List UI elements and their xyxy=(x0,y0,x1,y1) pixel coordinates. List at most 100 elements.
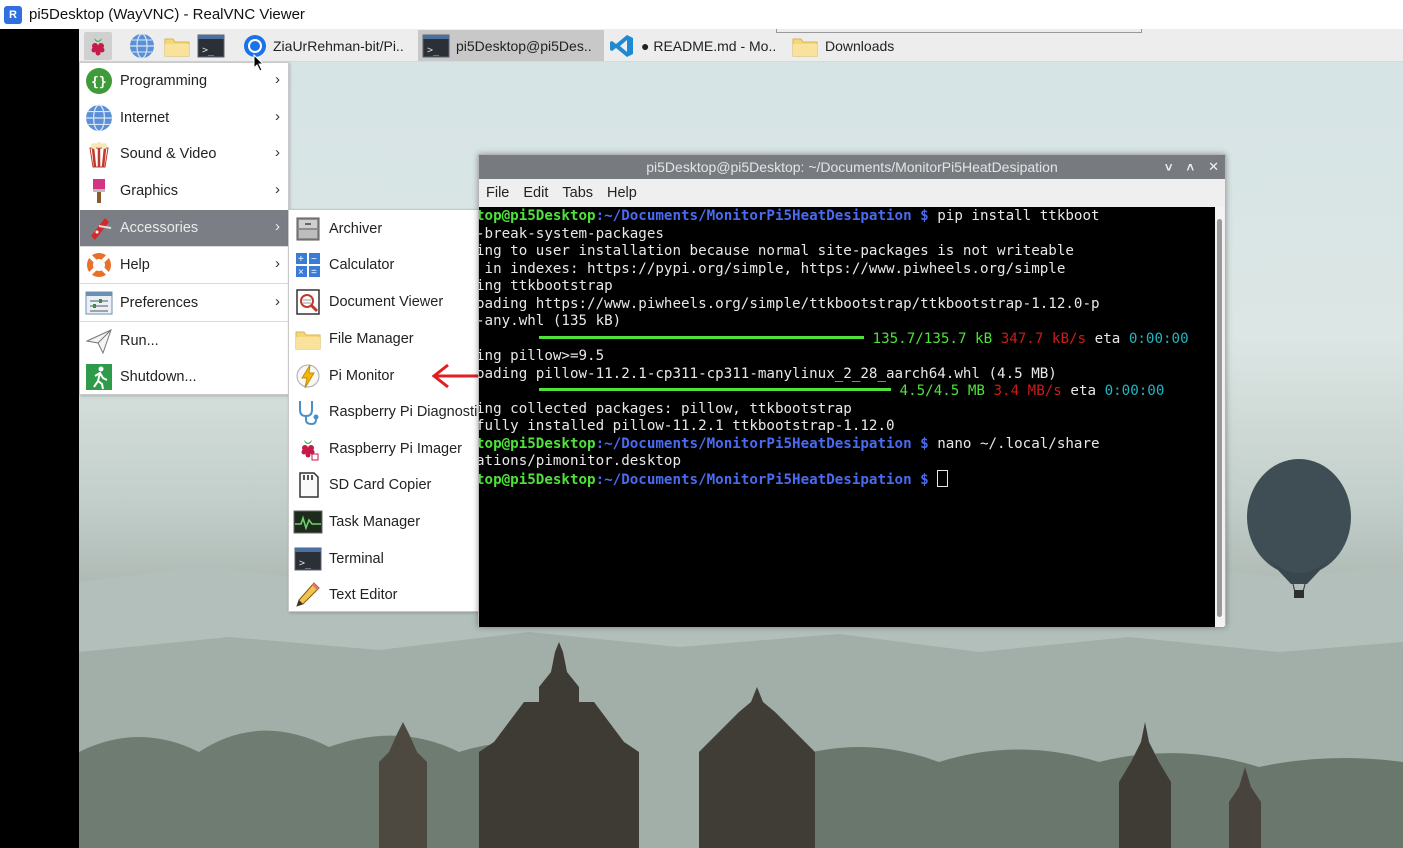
task-terminal[interactable]: >_ pi5Desktop@pi5Des.. xyxy=(418,30,604,61)
svg-text:−: − xyxy=(311,254,317,265)
menu-item-sound-video[interactable]: Sound & Video › xyxy=(80,136,288,172)
svg-text:>_: >_ xyxy=(299,558,312,569)
maximize-button[interactable]: ˄ xyxy=(1187,160,1195,175)
chevron-right-icon: › xyxy=(275,293,280,310)
document-viewer-icon xyxy=(293,287,323,317)
task-label: ● README.md - Mo.. xyxy=(641,37,777,54)
terminal-title-bar[interactable]: pi5Desktop@pi5Desktop: ~/Documents/Monit… xyxy=(479,155,1225,179)
window-controls: ˅ ˄ ✕ xyxy=(1165,155,1219,179)
terminal-cursor xyxy=(937,469,949,487)
preferences-icon xyxy=(84,288,114,318)
task-label: Downloads xyxy=(825,37,895,54)
menu-tabs[interactable]: Tabs xyxy=(555,185,600,201)
applications-menu: {} Programming › Internet › Sound & Vide… xyxy=(79,62,289,395)
realvnc-logo-icon: R xyxy=(4,5,22,24)
svg-text:>_: >_ xyxy=(202,45,215,56)
vnc-window-title: pi5Desktop (WayVNC) - RealVNC Viewer xyxy=(29,6,305,23)
terminal-line: -any.whl (135 kB) xyxy=(479,313,622,329)
terminal-line: ing pillow>=9.5 xyxy=(479,348,605,364)
terminal-menubar: File Edit Tabs Help xyxy=(479,179,1225,207)
vnc-title-bar: R pi5Desktop (WayVNC) - RealVNC Viewer xyxy=(0,0,1403,29)
terminal-line: in indexes: https://pypi.org/simple, htt… xyxy=(479,260,1066,277)
menu-file[interactable]: File xyxy=(479,185,516,201)
programming-icon: {} xyxy=(84,66,114,96)
pi-taskbar: >_ ZiaUrRehman-bit/Pi.. >_ pi5Desktop@pi… xyxy=(79,29,1403,62)
terminal-line: ations/pimonitor.desktop xyxy=(479,453,681,469)
pencil-icon xyxy=(293,580,323,610)
terminal-line: top@pi5Desktop:~/Documents/MonitorPi5Hea… xyxy=(479,435,1100,452)
terminal-line: ing to user installation because normal … xyxy=(479,243,1074,259)
terminal-window-title: pi5Desktop@pi5Desktop: ~/Documents/Monit… xyxy=(646,159,1058,175)
terminal-icon: >_ xyxy=(293,544,323,574)
web-browser-launcher[interactable] xyxy=(128,32,156,60)
menu-item-run[interactable]: Run... xyxy=(80,323,288,359)
globe-icon xyxy=(84,103,114,133)
progress-bar xyxy=(539,335,864,339)
menu-item-accessories[interactable]: Accessories › xyxy=(80,210,288,246)
close-button[interactable]: ✕ xyxy=(1208,159,1219,175)
minimize-button[interactable]: ˅ xyxy=(1165,160,1173,175)
folder-icon xyxy=(792,38,818,56)
svg-text:>_: >_ xyxy=(427,45,440,56)
terminal-line: fully installed pillow-11.2.1 ttkbootstr… xyxy=(479,418,895,434)
paintbrush-icon xyxy=(84,176,114,206)
vnc-letterbox xyxy=(0,29,79,848)
menu-separator xyxy=(80,321,288,322)
archive-icon xyxy=(293,214,323,244)
folder-icon xyxy=(164,38,190,57)
terminal-line: oading https://www.piwheels.org/simple/t… xyxy=(479,295,1100,312)
vscode-icon xyxy=(610,34,633,57)
menu-edit[interactable]: Edit xyxy=(516,185,555,201)
menu-separator xyxy=(80,283,288,284)
task-label: ZiaUrRehman-bit/Pi.. xyxy=(273,37,404,54)
raspberry-pi-icon xyxy=(293,434,323,464)
chevron-right-icon: › xyxy=(275,144,280,161)
pocketknife-icon xyxy=(84,213,114,243)
task-manager-icon xyxy=(293,507,323,537)
terminal-progress-line: 4.5/4.5 MB 3.4 MB/s eta 0:00:00 xyxy=(539,382,1164,400)
chevron-right-icon: › xyxy=(275,255,280,272)
chevron-right-icon: › xyxy=(275,218,280,235)
calculator-icon: + − × = xyxy=(293,250,323,280)
lightning-icon xyxy=(293,361,323,391)
terminal-line: oading pillow-11.2.1-cp311-cp311-manylin… xyxy=(479,365,1057,382)
menu-help[interactable]: Help xyxy=(600,185,644,201)
chevron-right-icon: › xyxy=(275,108,280,125)
exit-icon xyxy=(84,362,114,392)
terminal-line: ing ttkbootstrap xyxy=(479,278,613,294)
menu-item-help[interactable]: Help › xyxy=(80,247,288,283)
svg-text:+: + xyxy=(298,254,304,265)
terminal-scrollbar[interactable] xyxy=(1215,207,1224,627)
paper-plane-icon xyxy=(84,326,114,356)
menu-item-shutdown[interactable]: Shutdown... xyxy=(80,359,288,395)
menu-item-preferences[interactable]: Preferences › xyxy=(80,285,288,321)
globe-icon xyxy=(130,33,154,59)
raspberry-pi-menu-button[interactable] xyxy=(84,32,112,60)
task-chromium[interactable]: ZiaUrRehman-bit/Pi.. xyxy=(239,30,413,61)
task-vscode[interactable]: ● README.md - Mo.. xyxy=(605,30,785,61)
folder-icon xyxy=(293,324,323,354)
terminal-output[interactable]: top@pi5Desktop:~/Documents/MonitorPi5Hea… xyxy=(479,207,1215,627)
stethoscope-icon xyxy=(293,397,323,427)
terminal-icon: >_ xyxy=(422,34,450,57)
popcorn-icon xyxy=(84,139,114,169)
terminal-icon: >_ xyxy=(197,34,225,58)
svg-text:{}: {} xyxy=(91,75,107,90)
terminal-line: top@pi5Desktop:~/Documents/MonitorPi5Hea… xyxy=(479,469,949,488)
menu-item-internet[interactable]: Internet › xyxy=(80,100,288,136)
terminal-line: ing collected packages: pillow, ttkboots… xyxy=(479,400,852,417)
lifebuoy-icon xyxy=(84,250,114,280)
file-manager-launcher[interactable] xyxy=(163,32,191,60)
sd-card-icon xyxy=(293,470,323,500)
progress-bar xyxy=(539,388,891,391)
task-label: pi5Desktop@pi5Des.. xyxy=(456,37,592,54)
chevron-right-icon: › xyxy=(275,181,280,198)
raspberry-pi-icon xyxy=(91,38,105,56)
svg-text:×: × xyxy=(298,267,304,278)
svg-text:=: = xyxy=(311,267,317,278)
scrollbar-thumb[interactable] xyxy=(1217,219,1222,617)
terminal-launcher[interactable]: >_ xyxy=(197,32,225,60)
menu-item-graphics[interactable]: Graphics › xyxy=(80,173,288,209)
chevron-right-icon: › xyxy=(275,71,280,88)
task-downloads[interactable]: Downloads xyxy=(787,30,927,61)
